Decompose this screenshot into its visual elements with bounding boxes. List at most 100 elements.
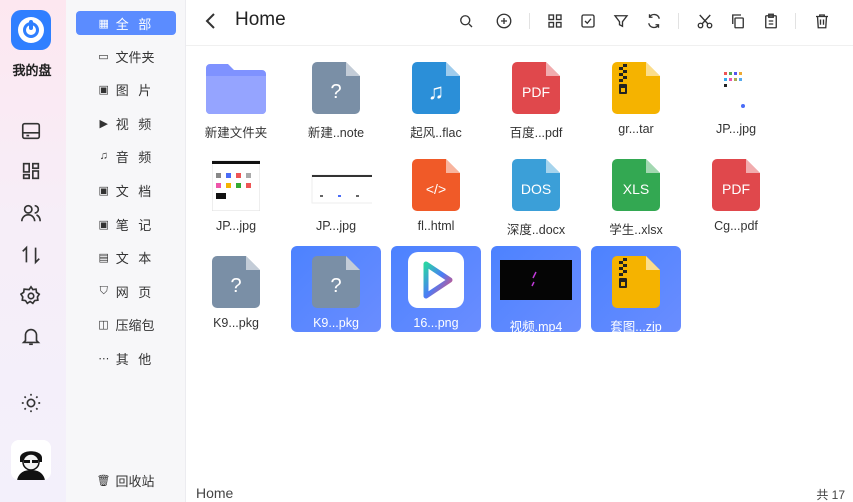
file-name: K9...pkg xyxy=(313,316,359,330)
delete-icon[interactable] xyxy=(813,12,831,30)
file-name: 百度...pdf xyxy=(509,126,563,140)
sidebar-item-text[interactable]: ▤ 文 本 xyxy=(76,245,176,269)
file-name: 起风..flac xyxy=(410,126,462,140)
file-name: 套图...zip xyxy=(610,320,662,334)
sidebar-item-label: 网 页 xyxy=(115,284,155,300)
file-item[interactable]: JP...jpg xyxy=(191,149,281,235)
drive-icon[interactable] xyxy=(20,120,42,142)
search-icon[interactable] xyxy=(457,12,475,30)
file-item[interactable]: XLS 学生..xlsx xyxy=(591,149,681,237)
sidebar-item-label: 文 档 xyxy=(115,183,155,199)
file-name: 深度..docx xyxy=(506,223,566,237)
sidebar-item-folders[interactable]: ▭ 文件夹 xyxy=(76,44,176,68)
nav-rail: 我的盘 xyxy=(0,0,66,502)
sidebar-item-label: 音 频 xyxy=(115,149,155,165)
status-count: 共 17 xyxy=(816,488,845,502)
pdf-file-icon: PDF xyxy=(512,62,560,114)
file-name: gr...tar xyxy=(618,122,654,136)
sidebar-item-all[interactable]: ▦ 全 部 xyxy=(76,11,176,35)
file-name: 学生..xlsx xyxy=(609,223,663,237)
file-type-label: XLS xyxy=(622,181,650,197)
document-image-icon: ▣ xyxy=(98,184,109,197)
sidebar-item-documents[interactable]: ▣ 文 档 xyxy=(76,178,176,202)
sidebar-item-other[interactable]: ⋯ 其 他 xyxy=(76,346,176,370)
add-icon[interactable] xyxy=(495,12,513,30)
settings-icon[interactable] xyxy=(19,285,42,307)
sidebar-item-trash[interactable]: 🗑 回收站 xyxy=(76,468,176,492)
sidebar-item-images[interactable]: ▣ 图 片 xyxy=(76,77,176,101)
sidebar-item-label: 其 他 xyxy=(115,351,155,367)
transfer-icon[interactable] xyxy=(20,244,42,266)
archive-file-icon xyxy=(612,256,660,308)
archive-icon: ◫ xyxy=(98,318,109,331)
html-file-icon: </> xyxy=(412,159,460,211)
file-item[interactable]: 新建文件夹 xyxy=(191,52,281,140)
file-type-label: DOS xyxy=(520,181,552,197)
back-chevron-icon[interactable] xyxy=(204,11,218,31)
app-logo xyxy=(11,10,51,50)
file-item[interactable]: JP...jpg xyxy=(291,149,381,235)
filter-icon[interactable] xyxy=(612,12,630,30)
file-name: K9...pkg xyxy=(213,316,259,330)
grid-view-icon[interactable] xyxy=(546,12,564,30)
sidebar-item-audio[interactable]: ♫ 音 频 xyxy=(76,144,176,168)
sidebar-item-label: 视 频 xyxy=(115,116,155,132)
toolbar: Home xyxy=(186,0,853,46)
app-window: 我的盘 ▦ 全 部 ▭ 文件夹 ▣ 图 片 ▶ 视 频 ♫ 音 频 ▣ 文 档 … xyxy=(0,0,853,502)
sidebar-item-archives[interactable]: ◫ 压缩包 xyxy=(76,312,176,336)
paste-icon[interactable] xyxy=(762,12,780,30)
toolbar-divider xyxy=(678,13,679,29)
copy-icon[interactable] xyxy=(729,12,747,30)
refresh-icon[interactable] xyxy=(645,12,663,30)
video-thumbnail xyxy=(500,256,572,308)
user-avatar[interactable] xyxy=(11,440,51,480)
file-item[interactable]: gr...tar xyxy=(591,52,681,138)
file-item[interactable]: ? K9...pkg xyxy=(191,246,281,332)
archive-file-icon xyxy=(612,62,660,114)
folder-icon xyxy=(206,62,266,114)
bell-icon[interactable] xyxy=(20,325,42,347)
video-icon: ▶ xyxy=(99,117,108,130)
file-item[interactable]: ? 新建..note xyxy=(291,52,381,140)
grid-icon: ▦ xyxy=(98,17,109,30)
file-item-selected[interactable]: 套图...zip xyxy=(591,246,681,334)
audio-file-icon: ♫ xyxy=(412,62,460,114)
file-name: JP...jpg xyxy=(315,219,357,233)
file-item-selected[interactable]: 视频.mp4 xyxy=(491,246,581,334)
sidebar-item-videos[interactable]: ▶ 视 频 xyxy=(76,111,176,135)
sidebar-item-label: 回收站 xyxy=(115,473,155,489)
file-name: fl..html xyxy=(417,219,455,233)
file-name: Cg...pdf xyxy=(714,219,758,233)
file-item-selected[interactable]: ? K9...pkg xyxy=(291,246,381,332)
file-item[interactable]: ♫ 起风..flac xyxy=(391,52,481,140)
file-item[interactable]: PDF Cg...pdf xyxy=(691,149,781,235)
file-type-label: PDF xyxy=(522,84,550,100)
file-name: 新建文件夹 xyxy=(204,126,268,140)
sidebar-item-label: 文件夹 xyxy=(115,49,155,65)
note-icon: ▣ xyxy=(98,218,109,231)
theme-sun-icon[interactable] xyxy=(20,392,42,414)
users-icon[interactable] xyxy=(20,202,42,224)
sidebar-item-label: 全 部 xyxy=(115,16,155,32)
html-icon: ⛉ xyxy=(99,284,108,297)
sidebar-item-notes[interactable]: ▣ 笔 记 xyxy=(76,212,176,236)
image-thumbnail xyxy=(311,159,372,211)
file-item[interactable]: DOS 深度..docx xyxy=(491,149,581,237)
file-item[interactable]: JP...jpg xyxy=(691,52,781,138)
file-type-label: </> xyxy=(425,181,447,197)
file-item[interactable]: </> fl..html xyxy=(391,149,481,235)
unknown-file-icon: ? xyxy=(212,256,260,308)
file-name: JP...jpg xyxy=(215,219,257,233)
dashboard-icon[interactable] xyxy=(20,160,42,182)
unknown-file-icon: ? xyxy=(312,256,360,308)
select-all-icon[interactable] xyxy=(579,12,597,30)
brand-name: 我的盘 xyxy=(12,63,52,78)
sidebar-item-label: 笔 记 xyxy=(115,217,155,233)
file-item-selected[interactable]: 16...png xyxy=(391,246,481,332)
file-item[interactable]: PDF 百度...pdf xyxy=(491,52,581,140)
cut-icon[interactable] xyxy=(696,12,714,30)
sidebar-item-label: 图 片 xyxy=(115,82,155,98)
sidebar-item-web[interactable]: ⛉ 网 页 xyxy=(76,279,176,303)
image-thumbnail xyxy=(211,159,261,212)
xls-file-icon: XLS xyxy=(612,159,660,211)
